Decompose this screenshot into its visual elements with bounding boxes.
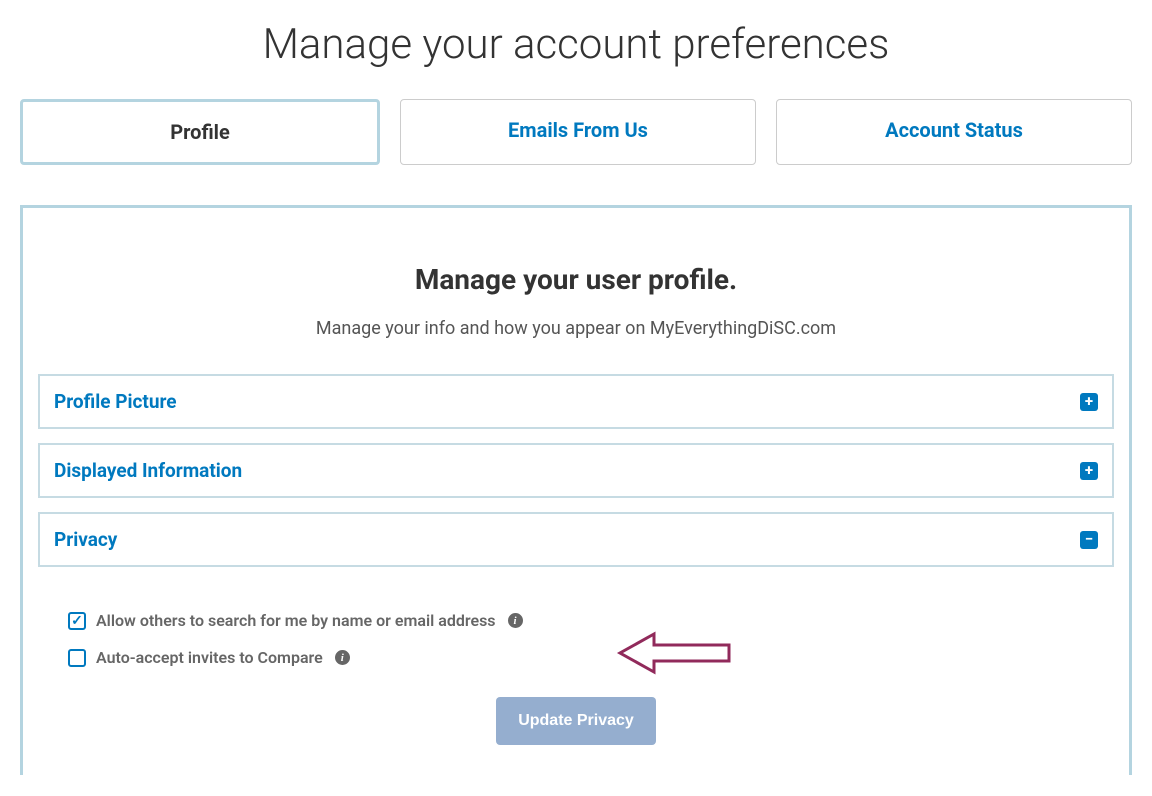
plus-icon: + (1080, 462, 1098, 480)
checkbox-allow-search[interactable] (68, 612, 86, 630)
tab-profile[interactable]: Profile (20, 99, 380, 165)
section-subtitle: Manage your info and how you appear on M… (38, 318, 1114, 339)
tab-emails-from-us[interactable]: Emails From Us (400, 99, 756, 165)
plus-icon: + (1080, 393, 1098, 411)
accordion-title: Displayed Information (54, 459, 242, 482)
minus-icon: − (1080, 531, 1098, 549)
accordion-header-profile-picture[interactable]: Profile Picture + (40, 376, 1112, 427)
section-title: Manage your user profile. (38, 263, 1114, 296)
profile-panel: Manage your user profile. Manage your in… (20, 205, 1132, 775)
annotation-arrow-icon (614, 628, 734, 678)
checkbox-label: Auto-accept invites to Compare (96, 648, 323, 667)
update-privacy-button[interactable]: Update Privacy (496, 697, 656, 745)
button-row: Update Privacy (68, 697, 1084, 745)
checkbox-label: Allow others to search for me by name or… (96, 611, 496, 630)
checkbox-auto-accept[interactable] (68, 649, 86, 667)
tab-account-status[interactable]: Account Status (776, 99, 1132, 165)
checkbox-row-auto-accept: Auto-accept invites to Compare i (68, 648, 1084, 667)
accordion-header-privacy[interactable]: Privacy − (40, 514, 1112, 565)
tab-bar: Profile Emails From Us Account Status (20, 99, 1132, 165)
accordion-profile-picture: Profile Picture + (38, 374, 1114, 429)
page-title: Manage your account preferences (20, 20, 1132, 69)
accordion-displayed-information: Displayed Information + (38, 443, 1114, 498)
checkbox-row-allow-search: Allow others to search for me by name or… (68, 611, 1084, 630)
info-icon[interactable]: i (508, 613, 523, 628)
accordion-header-displayed-information[interactable]: Displayed Information + (40, 445, 1112, 496)
accordion-privacy: Privacy − (38, 512, 1114, 567)
accordion-title: Privacy (54, 528, 117, 551)
info-icon[interactable]: i (335, 650, 350, 665)
privacy-content: Allow others to search for me by name or… (38, 581, 1114, 755)
accordion-title: Profile Picture (54, 390, 177, 413)
